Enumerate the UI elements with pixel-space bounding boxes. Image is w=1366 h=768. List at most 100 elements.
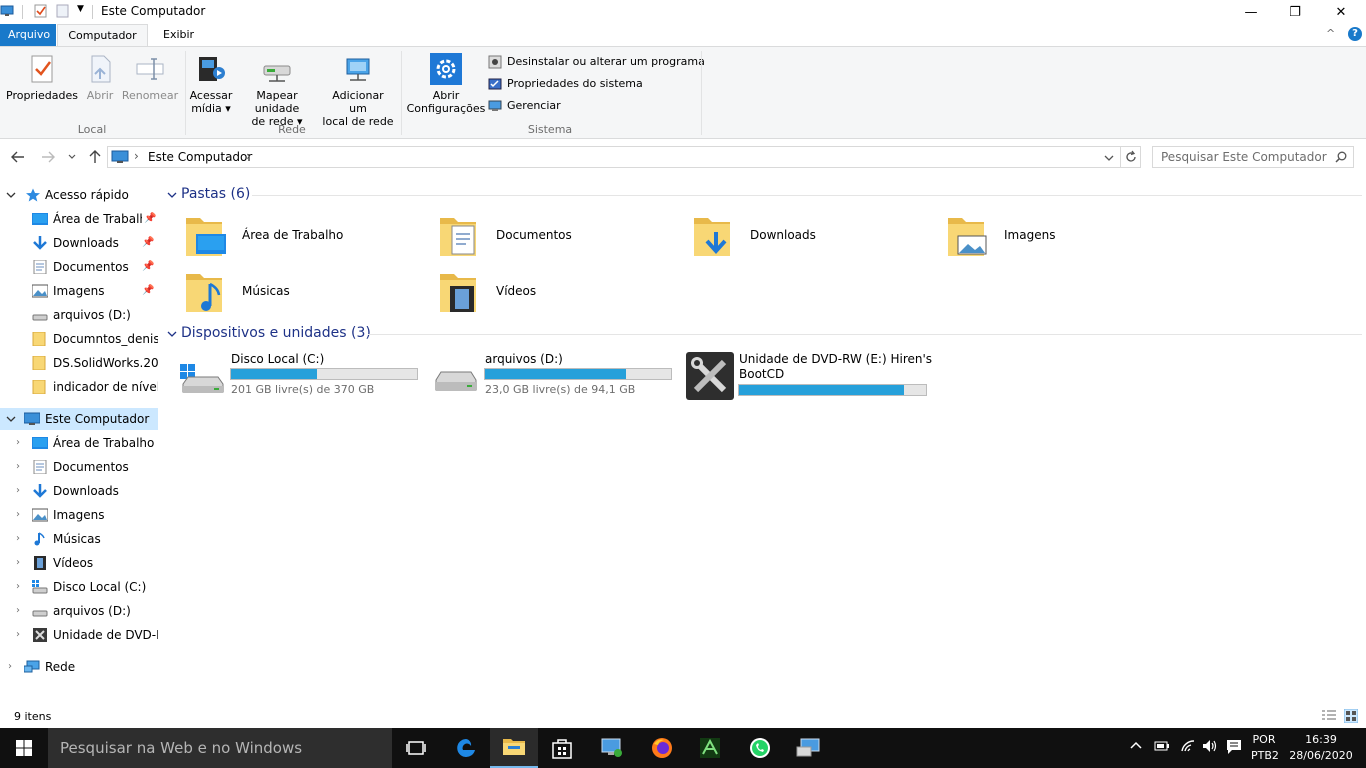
nav-pc-item-images[interactable]: › Imagens [0,504,158,526]
chevron-right-icon[interactable]: › [16,552,20,574]
nav-pc-item-downloads[interactable]: › Downloads [0,480,158,502]
nav-network[interactable]: › Rede [0,656,158,678]
nav-quick-item-images[interactable]: Imagens 📌 [0,280,158,302]
folder-music[interactable]: Músicas [184,270,434,320]
details-view-icon[interactable] [1322,710,1336,722]
access-media-button[interactable]: Acessar mídia ▾ [189,47,233,115]
nav-label: arquivos (D:) [53,604,131,618]
folder-documents[interactable]: Documentos [438,214,688,264]
chevron-right-icon[interactable]: › [16,456,20,478]
drive-d[interactable]: arquivos (D:) 23,0 GB livre(s) de 94,1 G… [434,352,674,402]
tray-notifications[interactable] [1226,739,1242,758]
system-properties-button[interactable]: Propriedades do sistema [488,75,643,93]
open-settings-button[interactable]: Abrir Configurações [406,47,486,115]
taskbar-edge[interactable] [442,728,490,768]
nav-quick-access[interactable]: Acesso rápido [0,184,158,206]
tab-exibir[interactable]: Exibir [155,24,202,46]
taskbar-search-input[interactable]: Pesquisar na Web e no Windows [48,728,392,768]
close-button[interactable]: ✕ [1318,0,1364,24]
taskbar-store[interactable] [538,728,586,768]
tab-arquivo[interactable]: Arquivo [0,24,56,46]
manage-button[interactable]: Gerenciar [488,97,561,115]
recent-locations-dropdown[interactable] [62,147,82,167]
search-input[interactable]: Pesquisar Este Computador [1152,146,1354,168]
chat-bubble-icon [1227,740,1241,754]
folder-videos[interactable]: Vídeos [438,270,688,320]
new-folder-quick-icon[interactable] [56,4,70,18]
forward-button[interactable] [38,147,58,167]
drive-c[interactable]: Disco Local (C:) 201 GB livre(s) de 370 … [180,352,420,402]
nav-pc-item-disk-c[interactable]: › Disco Local (C:) [0,576,158,598]
taskbar-app-green[interactable] [686,728,734,768]
chevron-right-icon[interactable]: › [16,528,20,550]
nav-quick-item-arquivos-d[interactable]: arquivos (D:) [0,304,158,326]
address-bar[interactable]: › Este Computador › [107,146,1141,168]
taskbar-network-app[interactable] [588,728,636,768]
chevron-right-icon[interactable]: › [16,600,20,622]
nav-quick-item-desktop[interactable]: Área de Trabalho 📌 [0,208,158,230]
nav-pc-item-videos[interactable]: › Vídeos [0,552,158,574]
nav-quick-item-downloads[interactable]: Downloads 📌 [0,232,158,254]
properties-quick-icon[interactable] [34,4,48,18]
back-button[interactable] [8,147,28,167]
show-hidden-icons-button[interactable] [1130,739,1142,753]
large-icons-view-icon[interactable] [1344,709,1358,723]
task-view-button[interactable] [392,728,440,768]
breadcrumb-este-computador[interactable]: Este Computador [148,150,252,164]
add-network-location-button[interactable]: Adicionar um local de rede [322,47,394,128]
nav-quick-item-folder[interactable]: Documntos_denise [0,328,158,350]
chevron-down-icon [68,154,76,159]
map-network-drive-button[interactable]: Mapear unidade de rede ▾ [233,47,321,128]
folder-downloads[interactable]: Downloads [692,214,942,264]
tray-volume[interactable] [1202,739,1218,756]
tab-computador[interactable]: Computador [57,24,148,47]
folder-desktop[interactable]: Área de Trabalho [184,214,434,264]
taskbar-file-explorer[interactable] [490,728,538,768]
folders-section-header[interactable]: Pastas (6) [167,186,250,202]
nav-pc-item-dvd[interactable]: › Unidade de DVD-RW [0,624,158,646]
group-separator [185,51,186,135]
folder-images[interactable]: Imagens [946,214,1196,264]
computer-icon[interactable] [0,4,14,18]
chevron-right-icon[interactable]: › [8,656,12,678]
settings-gear-icon [430,53,462,85]
maximize-button[interactable]: ❐ [1272,0,1318,24]
collapse-ribbon-button[interactable]: ^ [1326,27,1335,40]
properties-button[interactable]: Propriedades [6,47,78,102]
drive-dvd-e[interactable]: Unidade de DVD-RW (E:) Hiren's BootCD [686,352,936,402]
start-button[interactable] [0,728,48,768]
tray-battery[interactable] [1154,740,1170,755]
tray-language[interactable]: POR PTB2 [1251,732,1279,764]
nav-quick-item-folder[interactable]: DS.SolidWorks.2019 [0,352,158,374]
breadcrumb-separator[interactable]: › [246,149,251,163]
tray-clock[interactable]: 16:39 28/06/2020 [1288,732,1354,764]
up-button[interactable] [85,147,105,167]
nav-pc-item-desktop[interactable]: › Área de Trabalho [0,432,158,454]
taskbar-firefox[interactable] [638,728,686,768]
devices-section-header[interactable]: Dispositivos e unidades (3) [167,325,371,341]
window-title: Este Computador [101,4,206,18]
chevron-right-icon[interactable]: › [16,432,20,454]
chevron-right-icon[interactable]: › [16,480,20,502]
help-button[interactable]: ? [1348,27,1362,41]
drive-icon [32,314,48,321]
refresh-icon[interactable] [1124,150,1138,164]
chevron-right-icon[interactable]: › [16,576,20,598]
customize-toolbar-dropdown[interactable]: ▼ [77,4,84,14]
nav-pc-item-arquivos-d[interactable]: › arquivos (D:) [0,600,158,622]
chevron-right-icon[interactable]: › [16,504,20,526]
taskbar-whatsapp[interactable] [736,728,784,768]
open-button[interactable]: Abrir [80,47,120,102]
chevron-down-icon[interactable] [1104,153,1114,163]
nav-quick-item-folder[interactable]: indicador de nível d [0,376,158,398]
rename-button[interactable]: Renomear [121,47,179,102]
uninstall-program-button[interactable]: Desinstalar ou alterar um programa [488,53,705,71]
nav-pc-item-music[interactable]: › Músicas [0,528,158,550]
tray-wifi[interactable] [1180,739,1196,756]
nav-this-pc[interactable]: Este Computador [0,408,158,430]
nav-quick-item-documents[interactable]: Documentos 📌 [0,256,158,278]
chevron-right-icon[interactable]: › [16,624,20,646]
minimize-button[interactable]: — [1228,0,1274,24]
taskbar-remote-app[interactable] [784,728,832,768]
nav-pc-item-documents[interactable]: › Documentos [0,456,158,478]
